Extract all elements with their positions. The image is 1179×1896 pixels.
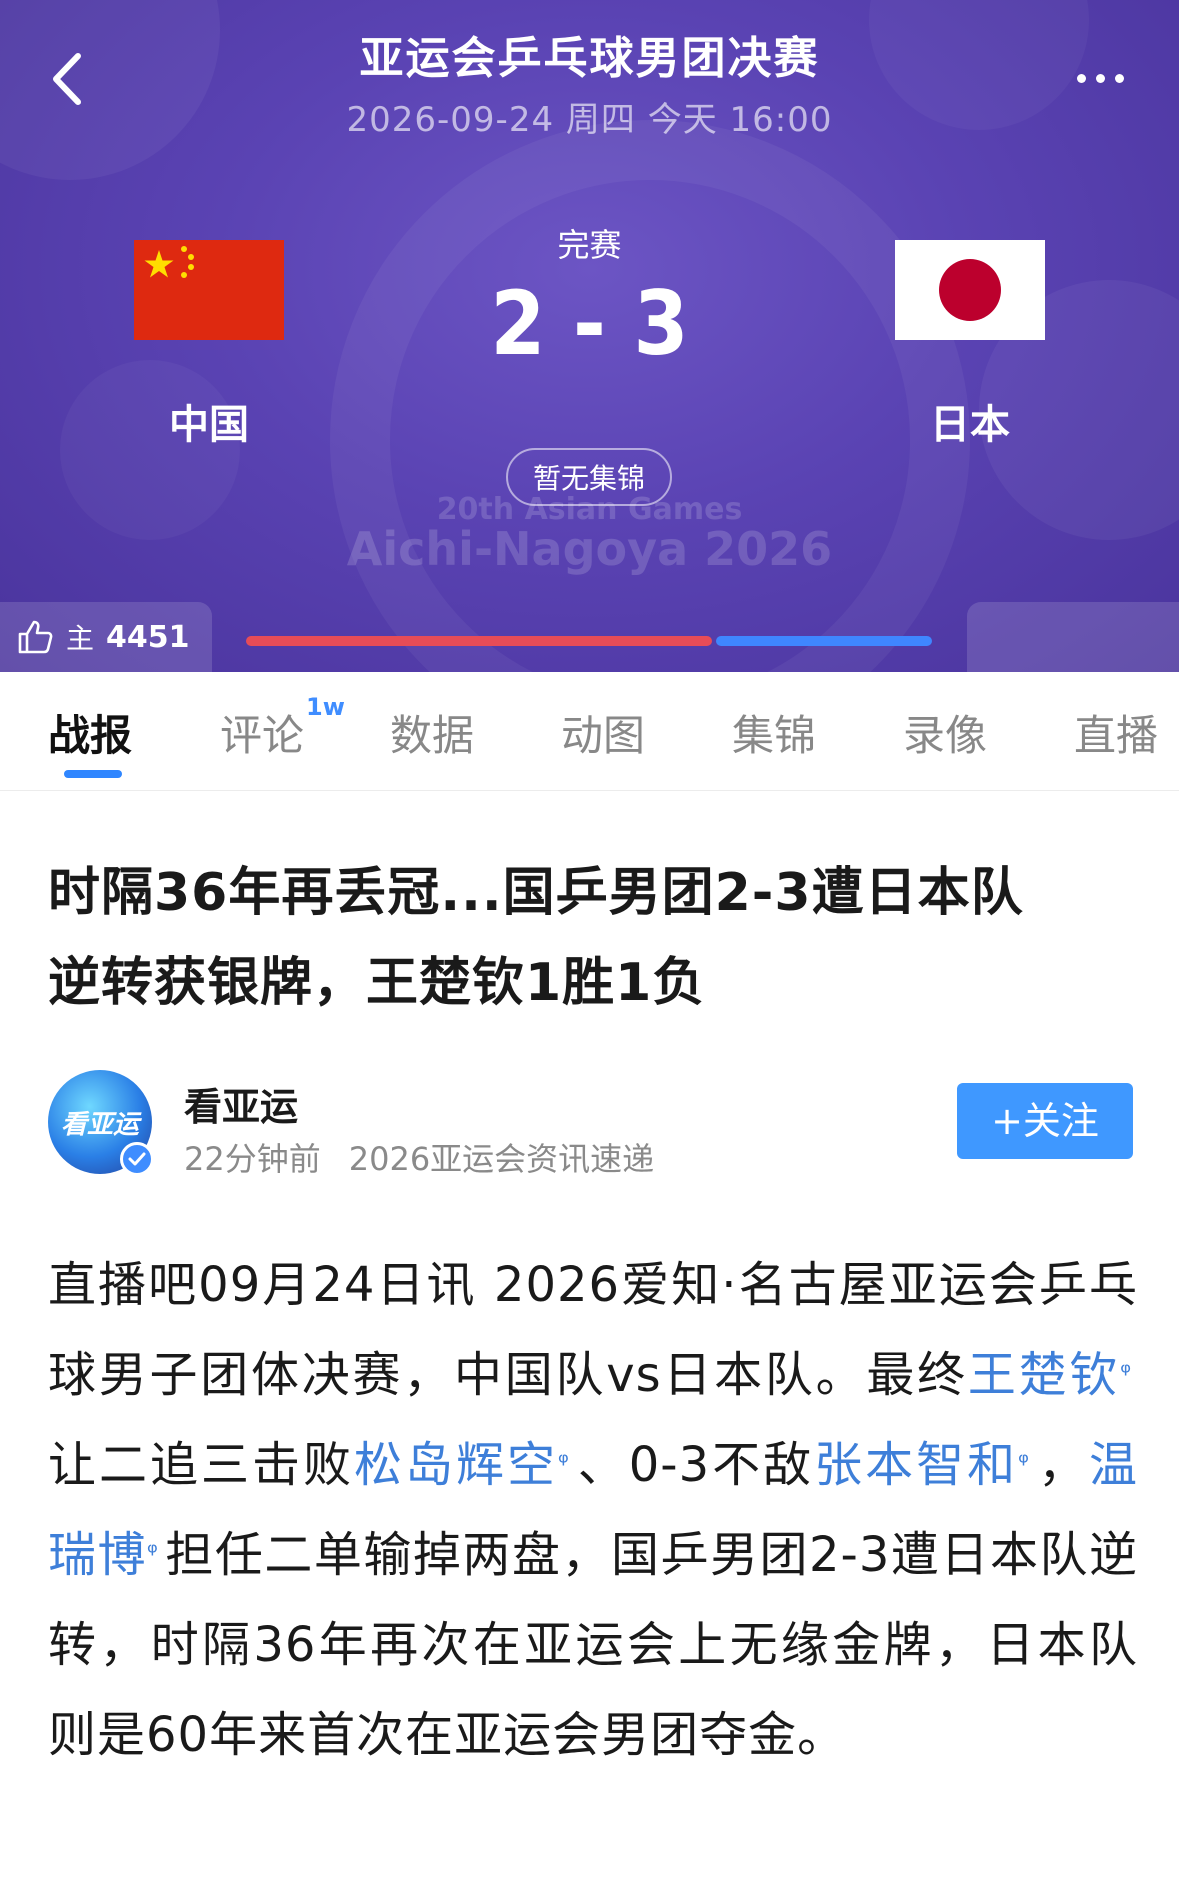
page-title: 亚运会乒乓球男团决赛: [359, 33, 820, 84]
post-time: 22分钟前: [184, 1140, 321, 1178]
player-link[interactable]: 张本智和: [814, 1437, 1018, 1493]
search-link-icon: ᵠ: [147, 1538, 159, 1568]
player-link[interactable]: 王楚钦: [968, 1347, 1120, 1403]
author-description: 2026亚运会资讯速递: [348, 1140, 655, 1178]
thumbs-up-icon: [18, 620, 53, 654]
support-home-button[interactable]: 主 4451: [0, 602, 212, 672]
search-link-icon: ᵠ: [1018, 1448, 1030, 1478]
tab-live[interactable]: 直播: [1074, 702, 1158, 763]
verified-icon: [120, 1142, 154, 1176]
match-header: 亚运会乒乓球男团决赛 2026-09-24 周四 今天 16:00 中国 完赛 …: [0, 0, 1179, 672]
tab-bar: 战报 评论1w 数据 动图 集锦 录像 直播: [0, 672, 1179, 791]
tab-replay[interactable]: 录像: [903, 702, 987, 763]
more-dot-icon: [1114, 73, 1124, 83]
home-support-bar: [246, 636, 712, 646]
tab-stats[interactable]: 数据: [390, 702, 474, 763]
author-name[interactable]: 看亚运: [184, 1076, 298, 1131]
support-label: 主: [66, 622, 95, 655]
player-link[interactable]: 松岛辉空: [354, 1437, 558, 1493]
article-headline: 时隔36年再丢冠...国乒男团2-3遭日本队 逆转获银牌，王楚钦1胜1负: [48, 863, 1024, 1013]
games-watermark: Aichi-Nagoya 2026: [346, 522, 833, 576]
more-dot-icon: [1076, 73, 1086, 83]
japan-flag-icon: [895, 240, 1045, 340]
tab-report[interactable]: 战报: [48, 702, 132, 763]
away-support-bar: [716, 636, 932, 646]
more-options-button[interactable]: [1065, 58, 1135, 98]
active-tab-indicator: [64, 770, 122, 778]
search-link-icon: ᵠ: [1120, 1358, 1132, 1388]
tab-gifs[interactable]: 动图: [561, 702, 645, 763]
more-dot-icon: [1095, 73, 1105, 83]
author-meta: 22分钟前 2026亚运会资讯速递: [184, 1134, 654, 1180]
search-link-icon: ᵠ: [557, 1448, 570, 1478]
support-count: 4451: [106, 619, 190, 655]
support-away-button[interactable]: [967, 602, 1179, 672]
follow-button[interactable]: +关注: [957, 1083, 1133, 1159]
away-team-name[interactable]: 日本: [870, 392, 1070, 450]
tab-comments[interactable]: 评论1w: [220, 693, 345, 763]
match-datetime: 2026-09-24 周四 今天 16:00: [346, 100, 833, 140]
comment-count-badge: 1w: [306, 693, 345, 721]
home-team-name[interactable]: 中国: [109, 392, 309, 450]
article-body: 直播吧09月24日讯 2026爱知·名古屋亚运会乒乓球男子团体决赛，中国队vs日…: [48, 1257, 1138, 1763]
tab-highlights[interactable]: 集锦: [732, 702, 816, 763]
